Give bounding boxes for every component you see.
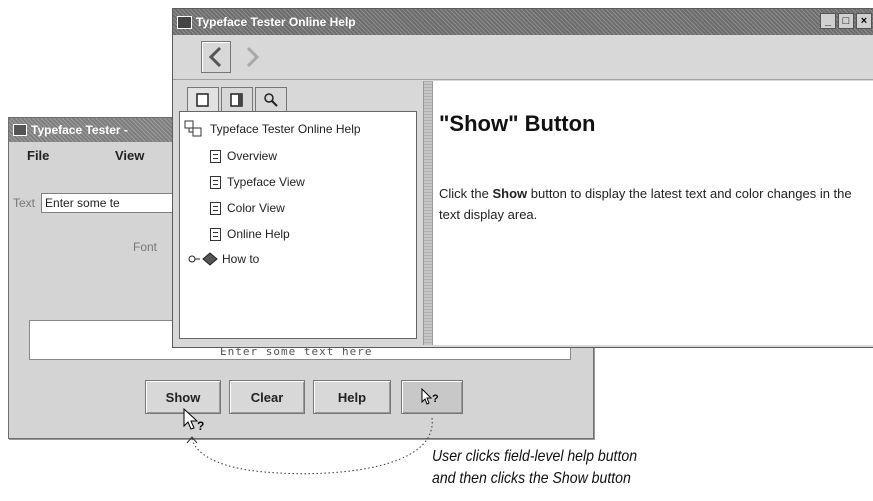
help-toolbar [173,35,873,80]
body-text-before: Click the [439,186,493,201]
document-icon [210,201,221,215]
minimize-button[interactable]: _ [820,13,836,29]
annotation-caption: User clicks field-level help button and … [432,446,696,490]
show-button[interactable]: Show [145,380,221,414]
help-titlebar[interactable]: Typeface Tester Online Help _ □ × [173,9,873,35]
index-icon [230,92,243,107]
online-help-window: Typeface Tester Online Help _ □ × Typefa… [172,8,873,348]
tab-search[interactable] [255,87,287,111]
help-window-title: Typeface Tester Online Help [196,15,356,29]
tree-item-online-help[interactable]: Online Help [210,225,290,243]
close-button[interactable]: × [856,13,872,29]
tree-folder-how-to[interactable]: How to [188,250,259,268]
tree-item-label: Color View [227,201,285,215]
app-icon [13,124,27,136]
app-icon [177,15,192,29]
document-icon [210,175,221,189]
document-icon [210,227,221,241]
tab-contents[interactable] [187,87,219,111]
caption-line-1: User clicks field-level help button [432,448,638,465]
topic-body: Click the Show button to display the lat… [439,183,869,225]
window-title: Typeface Tester - [31,123,128,137]
chevron-right-icon [246,46,260,68]
back-button[interactable] [201,41,231,73]
caption-line-2: and then clicks the Show button [432,470,631,487]
document-icon [210,149,221,163]
tree-item-label: Typeface View [227,175,305,189]
toc-tree: Typeface Tester Online Help Overview Typ… [179,111,417,339]
text-label: Text [13,196,36,210]
window-controls: _ □ × [820,13,872,29]
font-label: Font [133,240,158,254]
tree-item-typeface-view[interactable]: Typeface View [210,173,305,191]
tab-index[interactable] [221,87,253,111]
splitter-handle[interactable] [423,81,433,345]
chevron-left-icon [208,46,222,68]
books-icon [184,120,202,137]
tree-item-label: Online Help [227,227,290,241]
closed-book-icon [202,252,218,266]
expand-handle-icon [188,255,200,263]
whats-this-button[interactable]: ? [401,380,463,414]
tree-root[interactable]: Typeface Tester Online Help [184,120,361,138]
help-button[interactable]: Help [313,380,391,414]
tree-item-label: Overview [227,149,278,163]
maximize-button[interactable]: □ [838,13,854,29]
tree-folder-label: How to [222,252,260,266]
topic-heading: "Show" Button [439,111,596,136]
forward-button[interactable] [237,41,267,73]
search-icon [264,92,278,107]
tree-root-label: Typeface Tester Online Help [210,122,361,136]
navigator-pane: Typeface Tester Online Help Overview Typ… [173,81,423,345]
help-content-pane: "Show" Button Click the Show button to d… [433,81,873,345]
help-cursor-icon: ? [421,387,439,405]
tree-item-color-view[interactable]: Color View [210,199,285,217]
body-text-bold: Show [492,186,528,201]
toc-icon [196,92,209,107]
svg-text:?: ? [432,393,439,405]
clear-button[interactable]: Clear [229,380,305,414]
menu-file[interactable]: File [9,148,97,163]
tree-item-overview[interactable]: Overview [210,147,277,165]
